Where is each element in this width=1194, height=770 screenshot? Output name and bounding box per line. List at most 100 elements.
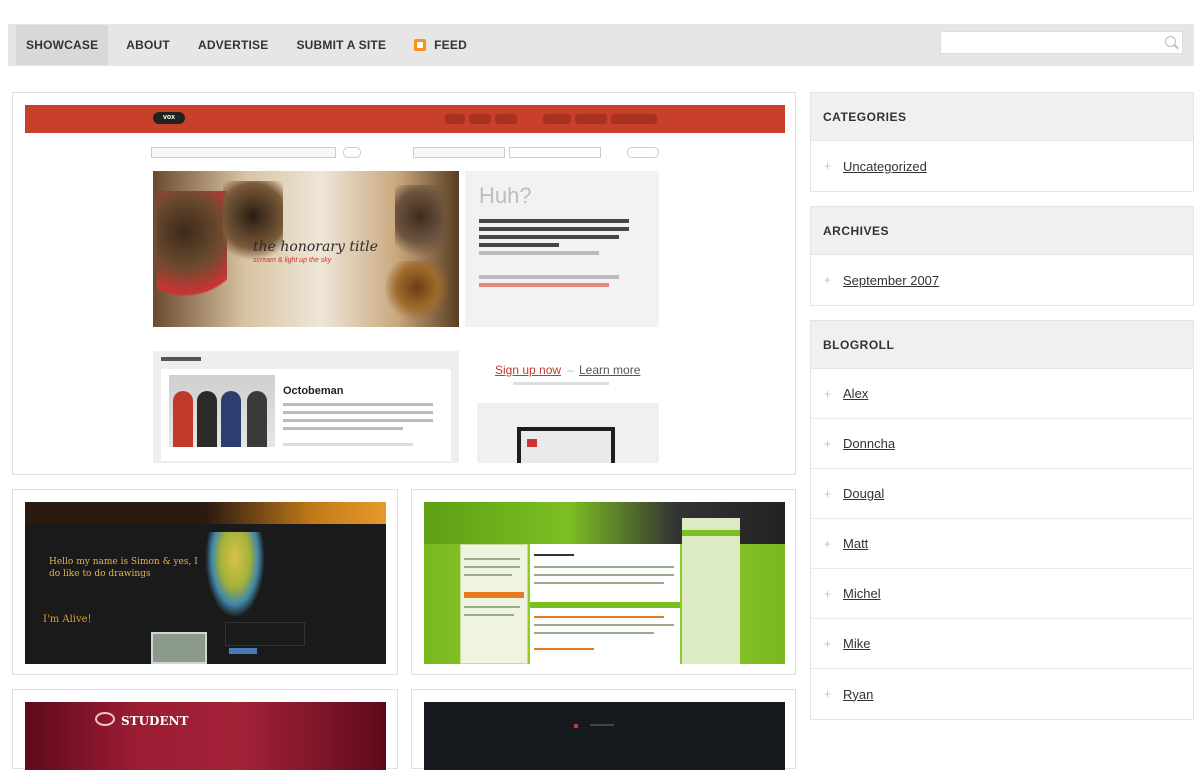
bullet-icon: +	[824, 586, 832, 601]
nav-item-submit-a-site[interactable]: SUBMIT A SITE	[296, 38, 386, 52]
bullet-icon: +	[824, 486, 832, 501]
blogroll-link-donncha[interactable]: Donncha	[843, 436, 895, 451]
widget-title: CATEGORIES	[811, 93, 1193, 141]
nav-item-feed[interactable]: FEED	[414, 38, 467, 52]
top-nav-bar: SHOWCASE ABOUT ADVERTISE SUBMIT A SITE F…	[8, 24, 1194, 66]
screenshot-logo: vox	[153, 112, 185, 124]
tile-text-line	[464, 614, 514, 616]
bullet-icon: +	[824, 273, 832, 287]
intro-text-line	[479, 227, 629, 231]
tile-header	[25, 502, 386, 524]
intro-title: Huh?	[479, 183, 532, 208]
bullet-icon: +	[824, 636, 832, 651]
intro-text-line	[479, 219, 629, 223]
featured-showcase[interactable]: vox the honorary title scream & light up…	[12, 92, 796, 475]
archive-link-september-2007[interactable]: September 2007	[843, 273, 939, 288]
invitation-text-line	[283, 419, 433, 422]
screenshot-email-field	[413, 147, 505, 158]
photo-person	[173, 391, 193, 447]
screenshot-nav-button	[543, 114, 571, 124]
widget-title: BLOGROLL	[811, 321, 1193, 369]
tile-screenshot[interactable]	[424, 702, 785, 770]
list-item: + Donncha	[811, 419, 1193, 469]
screenshot-header-bar	[25, 105, 785, 133]
tile-accent	[574, 724, 578, 728]
screenshot-nav-button	[495, 114, 517, 124]
showcase-tile[interactable]: STUDENT	[12, 689, 398, 770]
tile-text-line	[534, 616, 664, 618]
tile-screenshot[interactable]	[424, 502, 785, 664]
bullet-icon: +	[824, 436, 832, 451]
blogroll-widget: BLOGROLL + Alex + Donncha + Dougal + Mat…	[810, 320, 1194, 720]
showcase-tile[interactable]: Hello my name is Simon & yes, I do like …	[12, 489, 398, 675]
tile-character	[205, 532, 265, 618]
tile-text-line	[464, 558, 520, 560]
screenshot-signin-button	[627, 147, 659, 158]
tile-screenshot[interactable]: Hello my name is Simon & yes, I do like …	[25, 502, 386, 664]
widget-title: ARCHIVES	[811, 207, 1193, 255]
screenshot-monitor	[517, 427, 615, 463]
invitation-label	[161, 357, 201, 361]
nav-item-showcase[interactable]: SHOWCASE	[16, 25, 109, 65]
tile-image	[151, 632, 207, 664]
tile-right-column	[682, 518, 740, 664]
tile-text-line	[534, 582, 664, 584]
signup-link: Sign up now	[495, 363, 562, 377]
list-item: + Ryan	[811, 669, 1193, 719]
nav-item-label: SHOWCASE	[26, 38, 99, 52]
list-item: + September 2007	[811, 255, 1193, 305]
screenshot-nav-button	[445, 114, 465, 124]
invitation-text-line	[283, 411, 433, 414]
hero-title: the honorary title	[253, 239, 378, 255]
tile-section-bar	[530, 602, 680, 608]
learn-more-link: Learn more	[579, 363, 641, 377]
invitation-text-line	[283, 427, 403, 430]
tile-screenshot[interactable]: STUDENT	[25, 702, 386, 770]
tile-text-line	[534, 566, 674, 568]
screenshot-nav-button	[575, 114, 607, 124]
photo-person	[197, 391, 217, 447]
nav-item-about[interactable]: ABOUT	[126, 38, 170, 52]
tile-section-bar	[682, 530, 740, 536]
tile-button	[229, 648, 257, 654]
tile-text-line	[464, 574, 512, 576]
screenshot-hero-image: the honorary title scream & light up the…	[153, 171, 459, 327]
categories-widget: CATEGORIES + Uncategorized	[810, 92, 1194, 192]
intro-text-line	[479, 275, 619, 279]
bullet-icon: +	[824, 687, 832, 701]
screenshot-go-button	[343, 147, 361, 158]
main-nav: SHOWCASE ABOUT ADVERTISE SUBMIT A SITE F…	[16, 24, 495, 66]
intro-text-line	[479, 251, 599, 255]
hero-figure	[223, 181, 283, 281]
blogroll-link-mike[interactable]: Mike	[843, 636, 870, 651]
tile-highlight-bar	[464, 592, 524, 598]
tile-background	[424, 702, 785, 770]
tile-headline: Hello my name is Simon & yes, I do like …	[49, 557, 198, 579]
monitor-screen	[521, 431, 611, 463]
list-item: + Dougal	[811, 469, 1193, 519]
blogroll-link-michel[interactable]: Michel	[843, 586, 881, 601]
showcase-tile[interactable]	[411, 689, 796, 770]
invitation-photo	[169, 375, 275, 447]
nav-item-label: FEED	[434, 38, 467, 52]
nav-item-label: ADVERTISE	[197, 38, 269, 52]
bullet-icon: +	[824, 536, 832, 551]
search-input[interactable]	[941, 32, 1161, 53]
blogroll-link-matt[interactable]: Matt	[843, 536, 868, 551]
list-item: + Alex	[811, 369, 1193, 419]
showcase-tile[interactable]	[411, 489, 796, 675]
search-box	[940, 31, 1183, 54]
nav-item-advertise[interactable]: ADVERTISE	[198, 38, 268, 52]
bullet-icon: +	[824, 159, 832, 173]
tile-left-column	[460, 544, 528, 664]
search-icon[interactable]	[1165, 36, 1176, 47]
tile-logo: STUDENT	[121, 714, 189, 728]
hero-dog	[385, 261, 449, 327]
tile-text-line	[534, 648, 594, 650]
screenshot-search-field	[151, 147, 336, 158]
blogroll-link-dougal[interactable]: Dougal	[843, 486, 884, 501]
blogroll-link-alex[interactable]: Alex	[843, 386, 868, 401]
blogroll-link-ryan[interactable]: Ryan	[843, 687, 873, 702]
category-link-uncategorized[interactable]: Uncategorized	[843, 159, 927, 174]
featured-site-screenshot[interactable]: vox the honorary title scream & light up…	[25, 105, 785, 463]
